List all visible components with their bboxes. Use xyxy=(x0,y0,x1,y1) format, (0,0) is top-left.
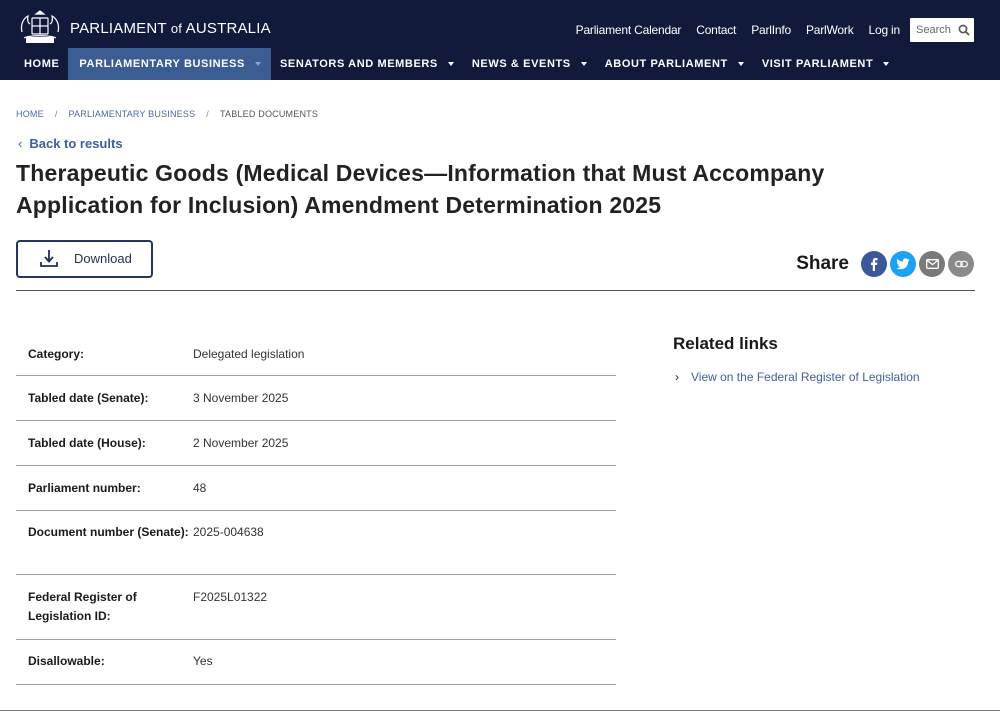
detail-row-register-id: Federal Register of Legislation ID: F202… xyxy=(16,575,616,640)
nav-label: ABOUT PARLIAMENT xyxy=(604,58,728,70)
detail-row-category: Category: Delegated legislation xyxy=(16,332,616,376)
breadcrumb-parliamentary-business[interactable]: PARLIAMENTARY BUSINESS xyxy=(69,109,196,119)
search-box xyxy=(910,18,974,42)
caret-down-icon xyxy=(883,62,890,66)
back-to-results-link[interactable]: ‹ Back to results xyxy=(18,136,123,151)
related-links: Related links › View on the Federal Regi… xyxy=(673,334,920,384)
email-icon xyxy=(925,259,939,269)
link-icon xyxy=(954,260,968,268)
detail-label: Tabled date (House): xyxy=(28,436,146,450)
site-title: PARLIAMENT of AUSTRALIA xyxy=(70,19,271,37)
download-label: Download xyxy=(74,251,132,266)
detail-value: Delegated legislation xyxy=(193,347,305,361)
utility-nav: Parliament Calendar Contact ParlInfo Par… xyxy=(561,18,974,42)
document-details: Category: Delegated legislation Tabled d… xyxy=(16,332,616,685)
detail-label: Category: xyxy=(28,347,85,361)
coat-of-arms-icon xyxy=(20,10,60,43)
twitter-icon xyxy=(896,258,910,270)
nav-home-label: HOME xyxy=(24,58,60,70)
back-to-results-label: Back to results xyxy=(29,136,123,151)
share-email-button[interactable] xyxy=(919,251,945,277)
detail-value: 48 xyxy=(193,481,207,495)
share-link-button[interactable] xyxy=(948,251,974,277)
main-nav: HOME PARLIAMENTARY BUSINESS SENATORS AND… xyxy=(16,48,898,80)
detail-row-document-number: Document number (Senate): 2025-004638 xyxy=(16,511,616,575)
detail-value: 3 November 2025 xyxy=(193,391,289,405)
detail-label: Document number (Senate): xyxy=(28,525,189,539)
nav-label: VISIT PARLIAMENT xyxy=(761,58,874,70)
detail-label: Federal Register of Legislation ID: xyxy=(28,590,137,623)
search-input[interactable] xyxy=(916,24,956,36)
share-bar: Share xyxy=(796,251,974,277)
page-title: Therapeutic Goods (Medical Devices—Infor… xyxy=(16,160,825,218)
chevron-left-icon: ‹ xyxy=(18,136,23,151)
caret-down-icon xyxy=(737,62,744,66)
related-links-title: Related links xyxy=(673,334,778,353)
nav-news-and-events[interactable]: NEWS & EVENTS xyxy=(463,48,596,80)
nav-about-parliament[interactable]: ABOUT PARLIAMENT xyxy=(596,48,753,80)
breadcrumb-tabled-documents: TABLED DOCUMENTS xyxy=(220,109,319,119)
nav-parliamentary-business[interactable]: PARLIAMENTARY BUSINESS xyxy=(68,48,271,80)
chevron-right-icon: › xyxy=(675,370,679,384)
detail-row-tabled-senate: Tabled date (Senate): 3 November 2025 xyxy=(16,376,616,421)
download-icon xyxy=(40,250,58,267)
detail-value: Yes xyxy=(193,654,213,668)
contact-link[interactable]: Contact xyxy=(696,23,736,37)
detail-value: F2025L01322 xyxy=(193,590,268,604)
share-label: Share xyxy=(796,253,849,274)
nav-label: PARLIAMENTARY BUSINESS xyxy=(79,58,245,70)
nav-label: SENATORS AND MEMBERS xyxy=(280,58,438,70)
breadcrumb-separator: / xyxy=(54,109,58,119)
caret-down-icon xyxy=(255,62,261,66)
parlwork-link[interactable]: ParlWork xyxy=(806,23,854,37)
detail-row-disallowable: Disallowable: Yes xyxy=(16,640,616,685)
caret-down-icon xyxy=(580,62,587,66)
caret-down-icon xyxy=(447,62,454,66)
nav-visit-parliament[interactable]: VISIT PARLIAMENT xyxy=(753,48,898,80)
federal-register-link-label: View on the Federal Register of Legislat… xyxy=(691,370,920,384)
detail-row-parliament-number: Parliament number: 48 xyxy=(16,466,616,511)
share-facebook-button[interactable] xyxy=(861,251,887,277)
breadcrumb: HOME / PARLIAMENTARY BUSINESS / TABLED D… xyxy=(16,109,318,119)
facebook-icon xyxy=(871,258,878,271)
footer-divider xyxy=(0,710,1000,711)
parliament-calendar-link[interactable]: Parliament Calendar xyxy=(576,23,682,37)
detail-label: Disallowable: xyxy=(28,654,105,668)
breadcrumb-home[interactable]: HOME xyxy=(16,109,44,119)
site-header: PARLIAMENT of AUSTRALIA Parliament Calen… xyxy=(0,0,1000,80)
title-divider xyxy=(16,290,975,291)
log-in-link[interactable]: Log in xyxy=(869,23,901,37)
search-icon[interactable] xyxy=(958,24,970,36)
site-logo[interactable]: PARLIAMENT of AUSTRALIA xyxy=(16,10,271,46)
detail-label: Parliament number: xyxy=(28,481,141,495)
download-button[interactable]: Download xyxy=(16,240,153,278)
detail-row-tabled-house: Tabled date (House): 2 November 2025 xyxy=(16,421,616,466)
federal-register-link[interactable]: › View on the Federal Register of Legisl… xyxy=(673,370,920,384)
breadcrumb-separator: / xyxy=(206,109,209,119)
nav-label: NEWS & EVENTS xyxy=(471,58,571,70)
share-twitter-button[interactable] xyxy=(890,251,916,277)
nav-home[interactable]: HOME xyxy=(16,48,68,80)
detail-value: 2025-004638 xyxy=(193,525,264,539)
parlinfo-link[interactable]: ParlInfo xyxy=(751,23,791,37)
detail-label: Tabled date (Senate): xyxy=(28,391,149,405)
detail-value: 2 November 2025 xyxy=(193,436,289,450)
nav-senators-and-members[interactable]: SENATORS AND MEMBERS xyxy=(271,48,463,80)
